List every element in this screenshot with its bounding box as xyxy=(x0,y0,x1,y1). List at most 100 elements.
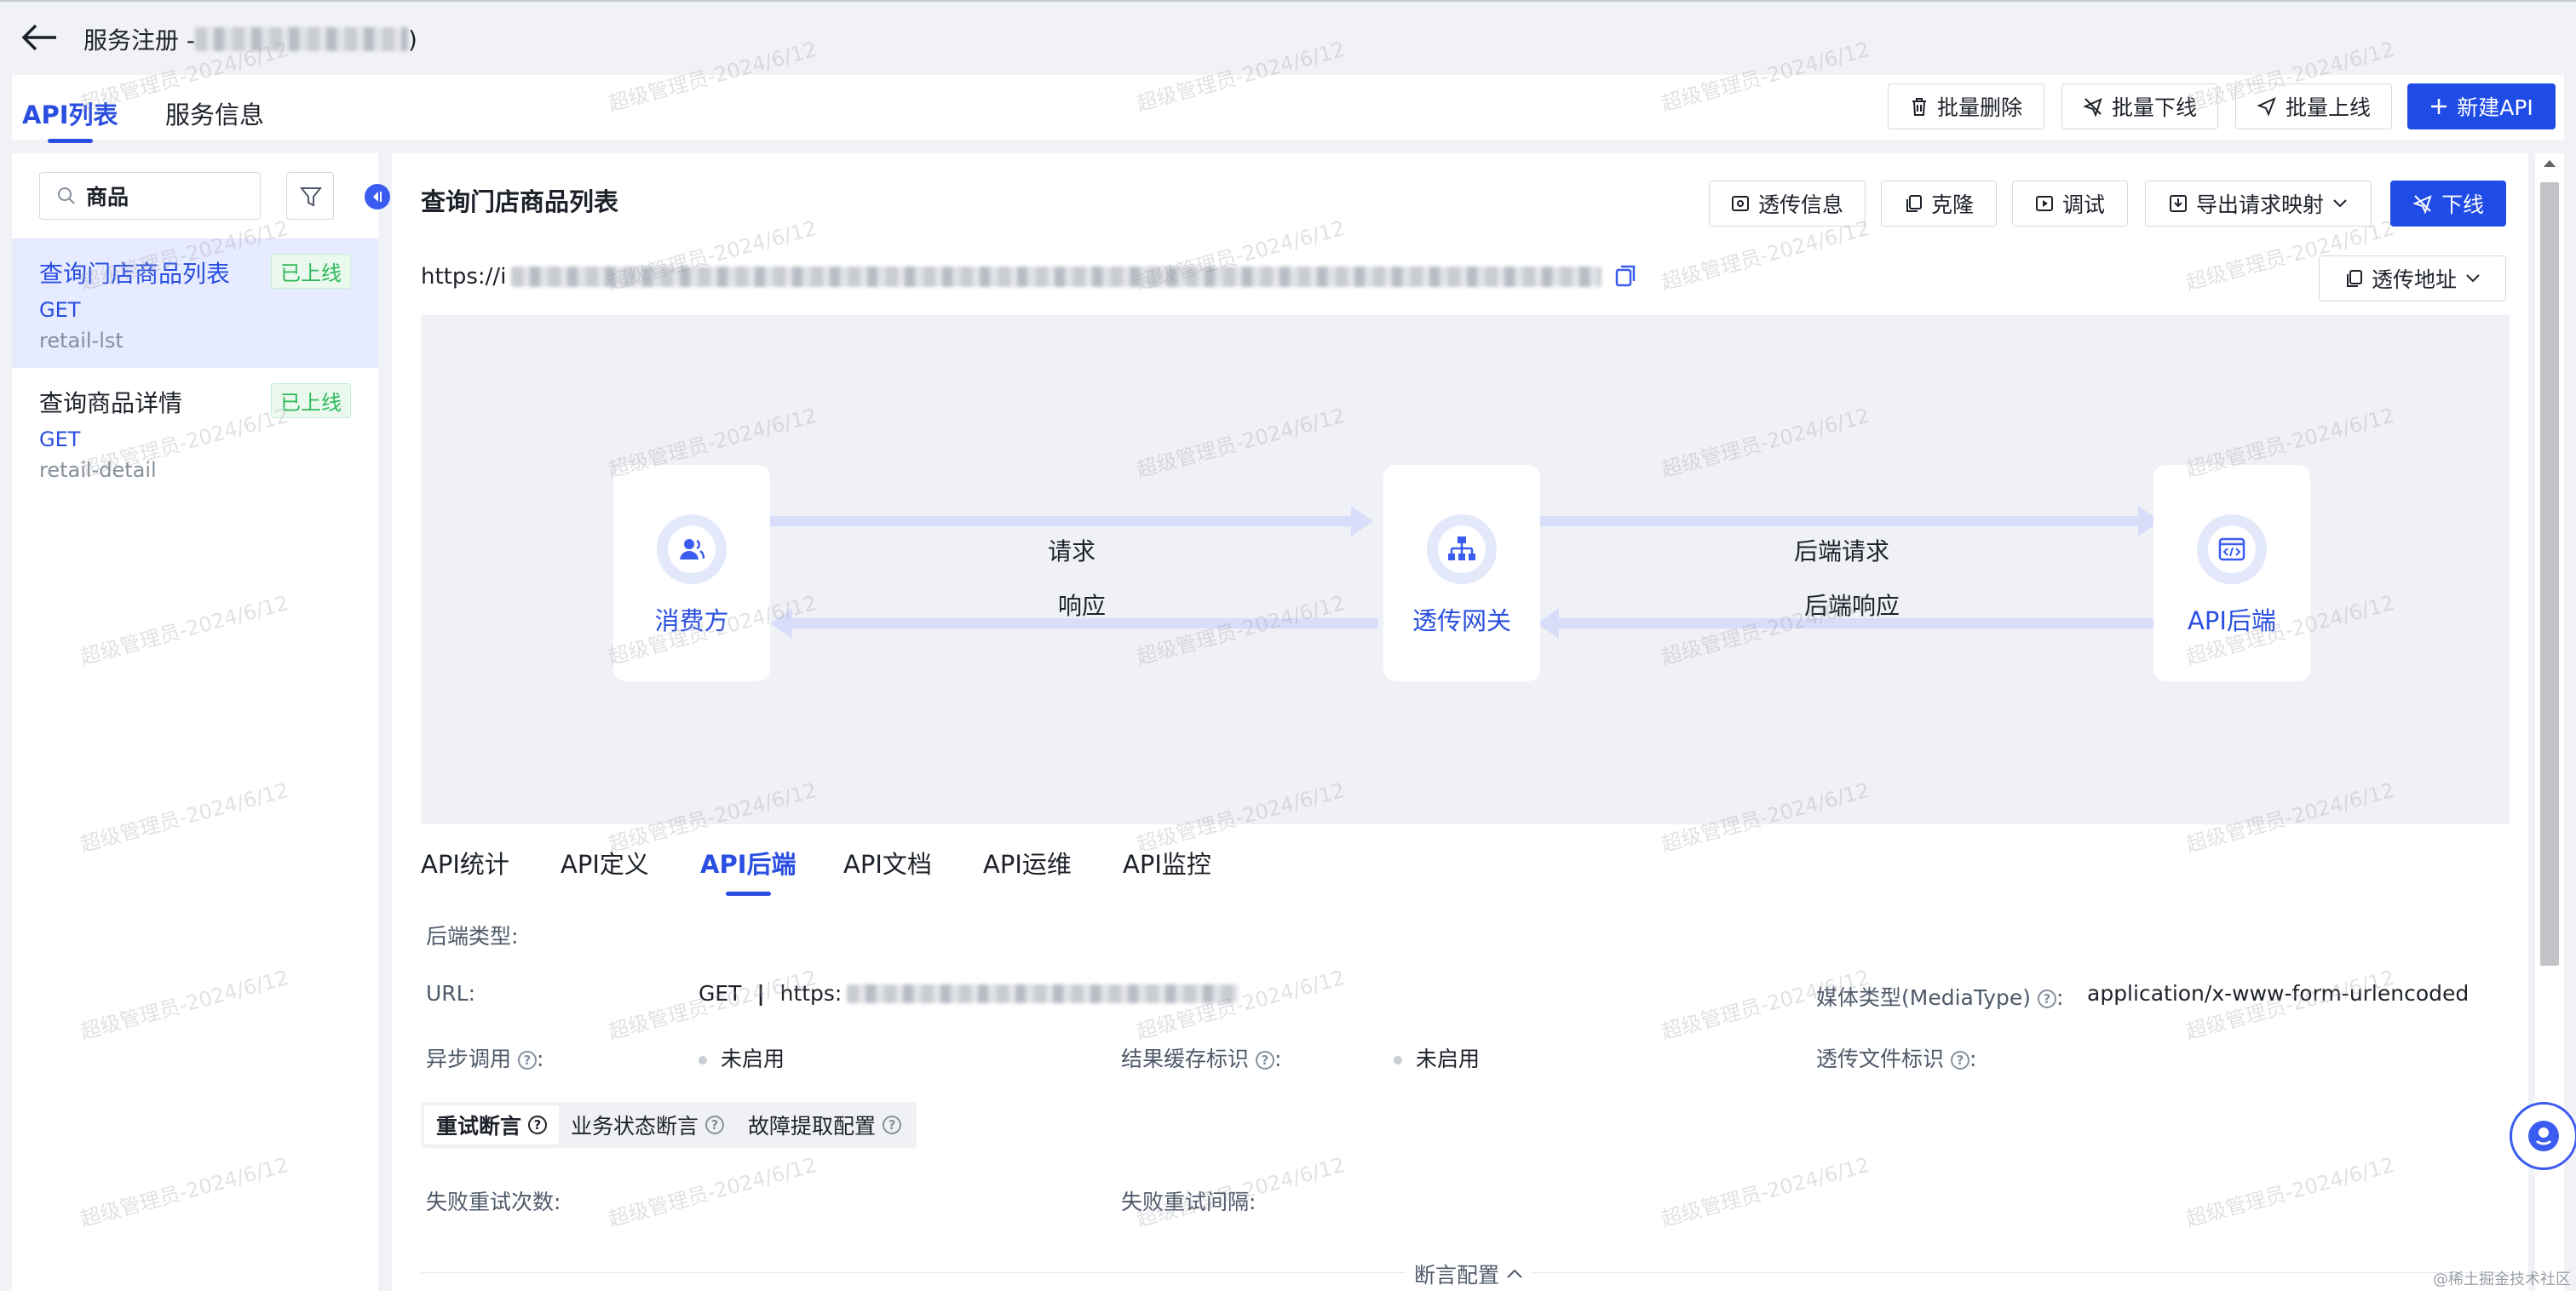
back-arrow-icon[interactable] xyxy=(19,20,58,55)
backend-url-prefix: https: xyxy=(779,981,842,1006)
export-label: 导出请求映射 xyxy=(2195,192,2324,217)
assertion-config-label: 断言配置 xyxy=(1414,1263,1500,1288)
copy-url-icon[interactable] xyxy=(1613,265,1637,289)
tab-api-backend[interactable]: API后端 xyxy=(700,845,796,896)
retry-interval-label: 失败重试间隔: xyxy=(1121,1190,1256,1214)
api-url: https://i xyxy=(421,264,1637,290)
api-sidebar: 商品 查询门店商品列表 GET retail-lst 已上线 查询商品详情 GE… xyxy=(12,153,378,1291)
backend-request-arrow xyxy=(1540,506,2160,536)
help-assistant-button[interactable] xyxy=(2510,1102,2576,1170)
backend-node[interactable]: API后端 xyxy=(2153,465,2310,681)
page-title: 服务注册 - ) xyxy=(83,22,417,56)
media-type-value: application/x-www-form-urlencoded xyxy=(2087,981,2470,1006)
assertion-segment-control: 重试断言? 业务状态断言? 故障提取配置? xyxy=(421,1102,917,1148)
batch-offline-button[interactable]: 批量下线 xyxy=(2061,83,2218,129)
export-icon xyxy=(2169,195,2187,212)
status-badge: 已上线 xyxy=(271,254,351,289)
help-icon[interactable]: ? xyxy=(518,1051,538,1070)
debug-label: 调试 xyxy=(2061,192,2105,217)
offline-plane-icon xyxy=(2412,195,2432,214)
search-input[interactable]: 商品 xyxy=(39,172,261,220)
async-call-label: 异步调用?: xyxy=(426,1047,544,1071)
backend-url-value: GET | https: xyxy=(699,981,1239,1006)
segment-fault-extraction[interactable]: 故障提取配置? xyxy=(736,1105,913,1145)
plus-icon xyxy=(2431,99,2447,114)
media-type-label: 媒体类型(MediaType)?: xyxy=(1816,985,2064,1010)
filter-icon xyxy=(299,187,323,207)
collapse-left-icon xyxy=(373,192,382,202)
passthrough-info-label: 透传信息 xyxy=(1757,192,1843,217)
request-arrow xyxy=(770,506,1373,536)
source-credit: @稀土掘金技术社区 xyxy=(2433,1271,2571,1288)
batch-delete-button[interactable]: 批量删除 xyxy=(1888,83,2044,129)
search-icon xyxy=(58,187,75,204)
clone-button[interactable]: 克隆 xyxy=(1881,181,1997,227)
segment-business-status-assertion[interactable]: 业务状态断言? xyxy=(559,1105,736,1145)
clone-label: 克隆 xyxy=(1930,192,1974,217)
scroll-up-icon[interactable] xyxy=(2535,153,2564,174)
help-icon[interactable]: ? xyxy=(1951,1051,1970,1070)
passthrough-address-dropdown[interactable]: 透传地址 xyxy=(2319,255,2506,301)
help-icon[interactable]: ? xyxy=(1256,1051,1275,1070)
passthrough-info-button[interactable]: 透传信息 xyxy=(1709,181,1866,227)
tab-api-list[interactable]: API列表 xyxy=(22,95,118,143)
chevron-down-icon xyxy=(2466,274,2480,283)
gateway-label: 透传网关 xyxy=(1412,606,1511,635)
response-label: 响应 xyxy=(1058,592,1107,620)
eye-icon xyxy=(1731,196,1749,211)
consumer-node[interactable]: 消费方 xyxy=(613,465,770,681)
backend-label: API后端 xyxy=(2188,606,2276,635)
api-title: 查询门店商品列表 xyxy=(421,187,619,216)
result-cache-label: 结果缓存标识?: xyxy=(1121,1047,1282,1071)
result-cache-value: 未启用 xyxy=(1394,1042,1480,1073)
retry-count-label: 失败重试次数: xyxy=(426,1190,561,1214)
play-icon xyxy=(2035,196,2053,211)
help-icon[interactable]: ? xyxy=(2038,990,2057,1008)
chevron-down-icon xyxy=(2333,199,2347,208)
tab-service-info[interactable]: 服务信息 xyxy=(165,95,264,131)
chat-bubble-icon xyxy=(2528,1121,2559,1151)
collapse-sidebar-button[interactable] xyxy=(365,184,390,209)
batch-online-label: 批量上线 xyxy=(2285,95,2371,120)
tab-api-monitor[interactable]: API监控 xyxy=(1123,845,1211,881)
filter-button[interactable] xyxy=(286,172,334,220)
backend-request-label: 后端请求 xyxy=(1794,537,1890,565)
url-label: URL: xyxy=(426,981,476,1006)
gateway-node[interactable]: 透传网关 xyxy=(1383,465,1540,681)
tab-api-ops[interactable]: API运维 xyxy=(983,845,1072,881)
request-label: 请求 xyxy=(1048,537,1096,565)
api-method: GET xyxy=(39,427,81,451)
url-prefix: https://i xyxy=(421,264,507,290)
export-mapping-dropdown[interactable]: 导出请求映射 xyxy=(2145,181,2372,227)
code-window-icon xyxy=(2218,537,2245,561)
async-call-value: 未启用 xyxy=(699,1042,785,1073)
segment-retry-assertion[interactable]: 重试断言? xyxy=(424,1105,560,1145)
assertion-config-toggle[interactable]: 断言配置 xyxy=(1406,1259,1532,1289)
new-api-button[interactable]: 新建API xyxy=(2407,83,2556,129)
tab-api-definition[interactable]: API定义 xyxy=(561,845,649,881)
offline-button[interactable]: 下线 xyxy=(2390,181,2506,227)
tab-api-docs[interactable]: API文档 xyxy=(843,845,932,881)
api-detail-panel: 查询门店商品列表 透传信息 克隆 调试 导出请求映射 下线 https://i … xyxy=(392,153,2528,1291)
list-item[interactable]: 查询商品详情 GET retail-detail 已上线 xyxy=(12,368,378,497)
users-icon xyxy=(680,539,705,559)
offline-plane-icon xyxy=(2083,98,2102,117)
redacted-backend-url xyxy=(847,984,1239,1003)
flow-diagram: 请求 响应 后端请求 后端响应 消费方 透传网关 API后端 xyxy=(421,315,2510,824)
batch-offline-label: 批量下线 xyxy=(2111,95,2197,120)
tab-api-stats[interactable]: API统计 xyxy=(421,845,509,881)
trash-icon xyxy=(1912,98,1926,116)
copy-icon xyxy=(2346,270,2362,287)
list-item[interactable]: 查询门店商品列表 GET retail-lst 已上线 xyxy=(12,238,378,368)
top-tab-bar: API列表 服务信息 批量删除 批量下线 批量上线 新建API xyxy=(12,75,2564,143)
chevron-up-icon xyxy=(1507,1269,1522,1278)
scrollbar-thumb[interactable] xyxy=(2540,182,2559,966)
window-top-border xyxy=(0,0,2576,2)
batch-online-button[interactable]: 批量上线 xyxy=(2235,83,2392,129)
passthrough-address-label: 透传地址 xyxy=(2371,267,2457,292)
debug-button[interactable]: 调试 xyxy=(2012,181,2128,227)
status-badge: 已上线 xyxy=(271,383,351,418)
backend-url-method: GET xyxy=(699,981,742,1006)
api-method: GET xyxy=(39,298,81,322)
new-api-label: 新建API xyxy=(2457,95,2533,120)
